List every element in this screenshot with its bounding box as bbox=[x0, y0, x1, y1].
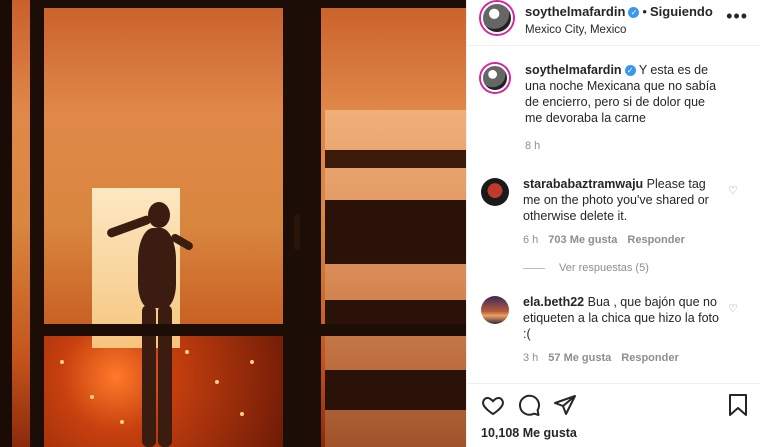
comment-heart-icon[interactable]: ♡ bbox=[728, 302, 740, 315]
photo-light bbox=[185, 350, 189, 354]
verified-badge-icon: ✓ bbox=[624, 65, 636, 76]
window-handle bbox=[294, 214, 300, 250]
post-photo[interactable] bbox=[0, 0, 466, 447]
comment-heart-icon[interactable]: ♡ bbox=[728, 184, 740, 197]
comment-meta: 3 h 57 Me gusta Responder bbox=[523, 350, 723, 366]
action-icons bbox=[481, 392, 747, 418]
avatar[interactable] bbox=[481, 2, 513, 34]
post-side-panel: soythelmafardin ✓ • Siguiendo Mexico City, … bbox=[466, 0, 760, 447]
comment-username[interactable]: ela.beth22 bbox=[523, 295, 584, 309]
post-actions: 10,108 Me gusta bbox=[467, 383, 760, 447]
photo-silhouette-head bbox=[148, 202, 170, 228]
header-info: soythelmafardin ✓ • Siguiendo Mexico City, … bbox=[525, 3, 713, 36]
comment-avatar[interactable] bbox=[481, 296, 509, 324]
photo-light bbox=[120, 420, 124, 424]
window-frame-vertical bbox=[283, 0, 321, 447]
window-frame-vertical bbox=[30, 0, 44, 447]
comments-list: soythelmafardin ✓ Y esta es de una noche … bbox=[467, 46, 760, 366]
view-replies-label[interactable]: Ver respuestas (5) bbox=[559, 262, 649, 274]
comment-avatar[interactable] bbox=[481, 178, 509, 206]
comment-username[interactable]: starababaztramwaju bbox=[523, 177, 643, 191]
photo-light bbox=[215, 380, 219, 384]
photo-light bbox=[90, 395, 94, 399]
bookmark-icon[interactable] bbox=[727, 393, 749, 422]
caption-meta: 8 h bbox=[525, 138, 725, 154]
header-username[interactable]: soythelmafardin bbox=[525, 4, 625, 19]
comment-likes[interactable]: 57 Me gusta bbox=[548, 350, 611, 366]
photo-building-stripe bbox=[325, 370, 466, 410]
comment-time[interactable]: 6 h bbox=[523, 232, 538, 248]
comment-item: ela.beth22 Bua , que bajón que no etique… bbox=[481, 294, 746, 366]
comment-icon[interactable] bbox=[517, 393, 541, 417]
caption-avatar[interactable] bbox=[481, 64, 509, 92]
comment-meta: 6 h 703 Me gusta Responder bbox=[523, 232, 723, 248]
reply-button[interactable]: Responder bbox=[621, 350, 678, 366]
heart-icon[interactable] bbox=[481, 393, 505, 417]
window-frame-horizontal bbox=[30, 324, 466, 336]
photo-light bbox=[250, 360, 254, 364]
comment-likes[interactable]: 703 Me gusta bbox=[548, 232, 617, 248]
header-separator: • bbox=[642, 4, 647, 19]
photo-light bbox=[60, 360, 64, 364]
post-header: soythelmafardin ✓ • Siguiendo Mexico City, … bbox=[467, 0, 760, 46]
caption-time[interactable]: 8 h bbox=[525, 138, 540, 154]
instagram-post: soythelmafardin ✓ • Siguiendo Mexico City, … bbox=[0, 0, 760, 447]
verified-badge-icon: ✓ bbox=[628, 7, 640, 18]
photo-dark-edge bbox=[0, 0, 12, 447]
comment-time[interactable]: 3 h bbox=[523, 350, 538, 366]
comment-body: ela.beth22 Bua , que bajón que no etique… bbox=[523, 294, 723, 366]
reply-button[interactable]: Responder bbox=[627, 232, 684, 248]
header-location[interactable]: Mexico City, Mexico bbox=[525, 24, 713, 36]
photo-silhouette-body bbox=[138, 228, 176, 308]
caption-username[interactable]: soythelmafardin bbox=[525, 63, 622, 77]
replies-line bbox=[523, 267, 545, 269]
view-replies[interactable]: Ver respuestas (5) bbox=[523, 262, 746, 274]
share-icon[interactable] bbox=[553, 393, 577, 417]
comment-item: starababaztramwaju Please tag me on the … bbox=[481, 176, 746, 248]
photo-building-stripe bbox=[325, 150, 466, 168]
photo-building-stripe bbox=[325, 200, 466, 264]
more-options-icon[interactable]: ••• bbox=[726, 6, 748, 27]
photo-light bbox=[240, 412, 244, 416]
comment-body: starababaztramwaju Please tag me on the … bbox=[523, 176, 723, 248]
following-button[interactable]: Siguiendo bbox=[650, 4, 713, 19]
caption-body: soythelmafardin ✓ Y esta es de una noche … bbox=[525, 62, 725, 154]
window-frame-horizontal bbox=[30, 0, 466, 8]
caption: soythelmafardin ✓ Y esta es de una noche … bbox=[481, 62, 746, 154]
likes-count[interactable]: 10,108 Me gusta bbox=[481, 426, 747, 440]
